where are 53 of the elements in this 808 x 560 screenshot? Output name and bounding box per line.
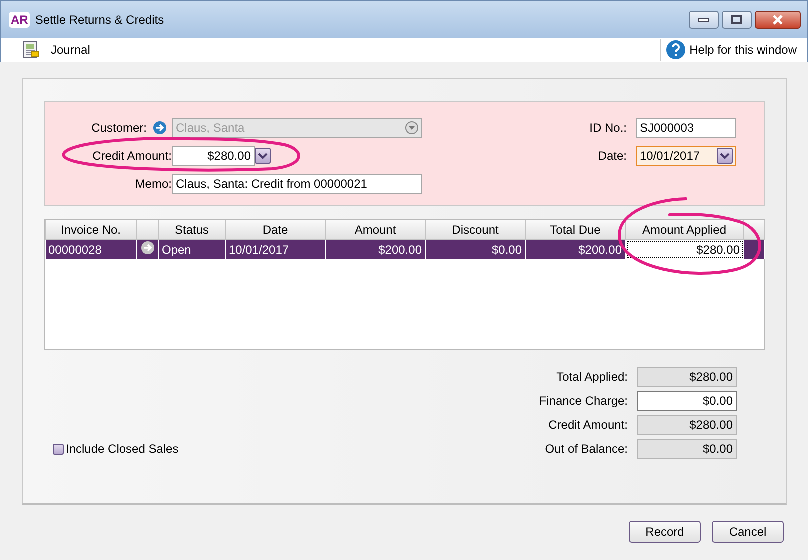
window-title: Settle Returns & Credits (35, 12, 166, 26)
table-row[interactable]: 00000028 Open 10/01/2017 $200.00 $0.00 $200.00 $280.00 (46, 240, 764, 259)
column-header[interactable]: Date (226, 220, 326, 240)
total-label: Total Applied: (556, 370, 628, 384)
table-cell: Open (158, 240, 226, 259)
column-header[interactable]: Amount (326, 220, 426, 240)
table-cell: $0.00 (426, 240, 526, 259)
maximize-icon (731, 14, 743, 24)
close-button[interactable] (755, 10, 801, 28)
field-label: ID No.: (588, 121, 627, 135)
total-value: $280.00 (637, 367, 737, 387)
date-field[interactable]: 10/01/2017 (636, 146, 736, 166)
close-icon (772, 14, 784, 24)
total-value: $280.00 (637, 415, 737, 435)
total-label: Out of Balance: (544, 442, 628, 456)
total-value: $0.00 (637, 439, 737, 459)
cell-input[interactable]: $280.00 (626, 240, 744, 259)
minimize-icon (698, 16, 710, 22)
column-header[interactable]: Total Due (526, 220, 626, 240)
dialog-button[interactable]: Cancel (712, 521, 784, 543)
table-cell: 10/01/2017 (226, 240, 326, 259)
field-label: Memo: (134, 177, 172, 191)
field-label: Customer: (90, 121, 147, 135)
column-header[interactable]: Invoice No. (46, 220, 136, 240)
app-logo: AR (9, 12, 30, 28)
table-cell: $200.00 (326, 240, 426, 259)
checkbox[interactable] (53, 444, 64, 454)
table-cell: $200.00 (526, 240, 626, 259)
total-label: Credit Amount: (548, 418, 628, 432)
credit-amount-field[interactable]: $280.00 (172, 146, 255, 166)
caret-icon (720, 152, 730, 160)
id-number-field[interactable]: SJ000003 (636, 118, 736, 138)
total-label: Finance Charge: (539, 394, 628, 408)
field-label: Date: (597, 149, 627, 163)
dropdown-button[interactable] (255, 148, 271, 164)
include-closed-checkbox[interactable]: Include Closed Sales (53, 442, 179, 456)
dropdown-button[interactable] (717, 148, 733, 164)
journal-button[interactable]: Journal (21, 40, 90, 60)
dropdown-icon (405, 121, 419, 135)
dialog-button[interactable]: Record (629, 521, 701, 543)
column-header[interactable]: Amount Applied (626, 220, 744, 240)
minimize-button[interactable] (689, 10, 719, 28)
field-label: Credit Amount: (92, 149, 172, 163)
table-cell: 00000028 (46, 240, 136, 259)
memo-field[interactable]: Claus, Santa: Credit from 00000021 (172, 174, 422, 194)
amount-field[interactable]: $0.00 (637, 391, 737, 411)
maximize-button[interactable] (722, 10, 752, 28)
arrow-icon[interactable] (152, 121, 166, 135)
column-header[interactable]: Status (158, 220, 226, 240)
arrow-icon[interactable] (140, 241, 154, 255)
column-header[interactable]: Discount (426, 220, 526, 240)
help-button[interactable]: Help for this window (666, 40, 797, 60)
caret-icon (258, 152, 268, 160)
